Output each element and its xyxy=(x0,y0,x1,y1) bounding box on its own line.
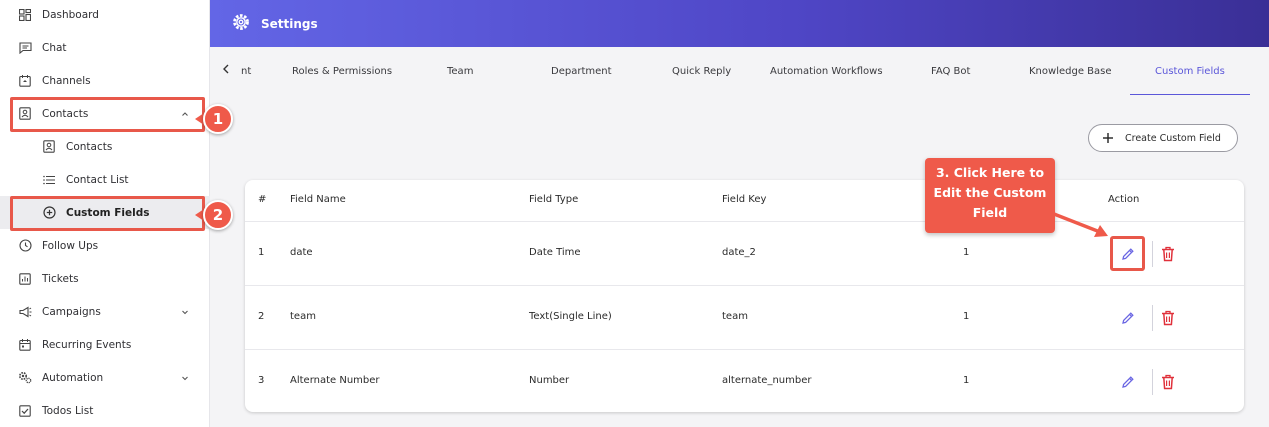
active-tab-indicator xyxy=(1130,94,1250,95)
sidebar-item-follow-ups[interactable]: Follow Ups xyxy=(0,229,210,262)
action-divider xyxy=(1152,369,1153,395)
create-custom-field-button[interactable]: Create Custom Field xyxy=(1088,124,1238,152)
tooltip-line: 3. Click Here to xyxy=(935,165,1045,180)
tab-department[interactable]: Department xyxy=(551,66,612,77)
sidebar-item-campaigns[interactable]: Campaigns xyxy=(0,295,210,328)
sidebar-item-label: Campaigns xyxy=(42,305,101,318)
sidebar-item-label: Channels xyxy=(42,74,91,87)
contacts-icon xyxy=(42,140,56,154)
checkbox-icon xyxy=(18,404,32,418)
tab-roles-permissions[interactable]: Roles & Permissions xyxy=(292,66,392,77)
plus-icon xyxy=(1102,132,1114,144)
tab-quick-reply[interactable]: Quick Reply xyxy=(672,66,731,77)
column-header-field-key: Field Key xyxy=(722,194,767,205)
field-name-cell: date xyxy=(290,247,313,258)
column-header-field-type: Field Type xyxy=(529,194,579,205)
annotation-highlight-custom-fields xyxy=(10,196,205,231)
sidebar-item-label: Contacts xyxy=(66,140,113,153)
row-number: 1 xyxy=(258,247,265,258)
edit-icon[interactable] xyxy=(1113,303,1143,333)
sidebar-item-todos-list[interactable]: Todos List xyxy=(0,394,210,427)
table-row: 3 Alternate Number Number alternate_numb… xyxy=(245,350,1244,412)
field-type-cell: Text(Single Line) xyxy=(529,311,612,322)
edit-icon[interactable] xyxy=(1113,367,1143,397)
tooltip-line: Edit the Custom xyxy=(933,185,1047,200)
megaphone-icon xyxy=(18,305,32,319)
sidebar-subitem-contact-list[interactable]: Contact List xyxy=(0,163,210,196)
sidebar-item-channels[interactable]: Channels xyxy=(0,64,210,97)
sidebar-item-label: Recurring Events xyxy=(42,338,132,351)
column-header-action: Action xyxy=(1108,194,1140,205)
trash-icon[interactable] xyxy=(1161,246,1175,262)
sidebar-item-chat[interactable]: Chat xyxy=(0,31,210,64)
settings-tabs: nt Roles & Permissions Team Department Q… xyxy=(210,47,1269,97)
sidebar-item-dashboard[interactable]: Dashboard xyxy=(0,0,210,31)
sidebar-item-label: Automation xyxy=(42,371,104,384)
field-type-cell: Number xyxy=(529,375,570,386)
annotation-arrow xyxy=(1053,212,1108,237)
tooltip-line: Field xyxy=(972,205,1008,220)
annotation-tooltip: 3. Click Here to Edit the Custom Field xyxy=(925,158,1055,233)
annotation-highlight-contacts xyxy=(10,97,205,132)
page-header: Settings xyxy=(210,0,1269,47)
sidebar-item-label: Dashboard xyxy=(42,8,99,21)
sidebar-item-tickets[interactable]: Tickets xyxy=(0,262,210,295)
usage-count-cell: 1 xyxy=(963,375,970,386)
field-key-cell: team xyxy=(722,311,748,322)
field-name-cell: Alternate Number xyxy=(290,375,380,386)
action-divider xyxy=(1152,305,1153,331)
annotation-callout-2: 2 xyxy=(203,200,233,230)
tab-custom-fields[interactable]: Custom Fields xyxy=(1155,66,1225,77)
automation-gear-icon xyxy=(18,371,32,385)
clock-icon xyxy=(18,239,32,253)
field-type-cell: Date Time xyxy=(529,247,581,258)
row-number: 3 xyxy=(258,375,265,386)
app-root: Dashboard Chat Channels Contacts Contact… xyxy=(0,0,1269,427)
tabs-scroll-left-icon[interactable] xyxy=(222,64,230,77)
tab-faq-bot[interactable]: FAQ Bot xyxy=(931,66,970,77)
tab-truncated[interactable]: nt xyxy=(241,66,251,77)
dashboard-icon xyxy=(18,8,32,22)
sidebar-item-label: Todos List xyxy=(42,404,94,417)
trash-icon[interactable] xyxy=(1161,374,1175,390)
chevron-down-icon xyxy=(180,373,190,383)
tab-team[interactable]: Team xyxy=(447,66,473,77)
usage-count-cell: 1 xyxy=(963,247,970,258)
list-icon xyxy=(42,173,56,187)
sidebar-item-automation[interactable]: Automation xyxy=(0,361,210,394)
field-name-cell: team xyxy=(290,311,316,322)
sidebar-item-recurring-events[interactable]: Recurring Events xyxy=(0,328,210,361)
sidebar-item-label: Chat xyxy=(42,41,67,54)
row-number: 2 xyxy=(258,311,265,322)
usage-count-cell: 1 xyxy=(963,311,970,322)
column-header-number: # xyxy=(258,194,267,205)
sidebar-subitem-contacts[interactable]: Contacts xyxy=(0,130,210,163)
sidebar-item-label: Follow Ups xyxy=(42,239,99,252)
action-divider xyxy=(1152,241,1153,267)
trash-icon[interactable] xyxy=(1161,310,1175,326)
field-key-cell: date_2 xyxy=(722,247,756,258)
tab-knowledge-base[interactable]: Knowledge Base xyxy=(1029,66,1112,77)
page-title: Settings xyxy=(261,16,318,31)
annotation-highlight-edit xyxy=(1110,236,1145,271)
calendar-icon xyxy=(18,338,32,352)
tickets-icon xyxy=(18,272,32,286)
channels-icon xyxy=(18,74,32,88)
column-header-field-name: Field Name xyxy=(290,194,346,205)
field-key-cell: alternate_number xyxy=(722,375,812,386)
table-row: 2 team Text(Single Line) team 1 xyxy=(245,286,1244,350)
gear-icon xyxy=(230,11,252,33)
sidebar-item-label: Tickets xyxy=(42,272,79,285)
annotation-callout-1: 1 xyxy=(203,104,233,134)
chevron-down-icon xyxy=(180,307,190,317)
sidebar-item-label: Contact List xyxy=(66,173,129,186)
tab-automation-workflows[interactable]: Automation Workflows xyxy=(770,66,883,77)
chat-icon xyxy=(18,41,32,55)
create-button-label: Create Custom Field xyxy=(1125,132,1221,144)
